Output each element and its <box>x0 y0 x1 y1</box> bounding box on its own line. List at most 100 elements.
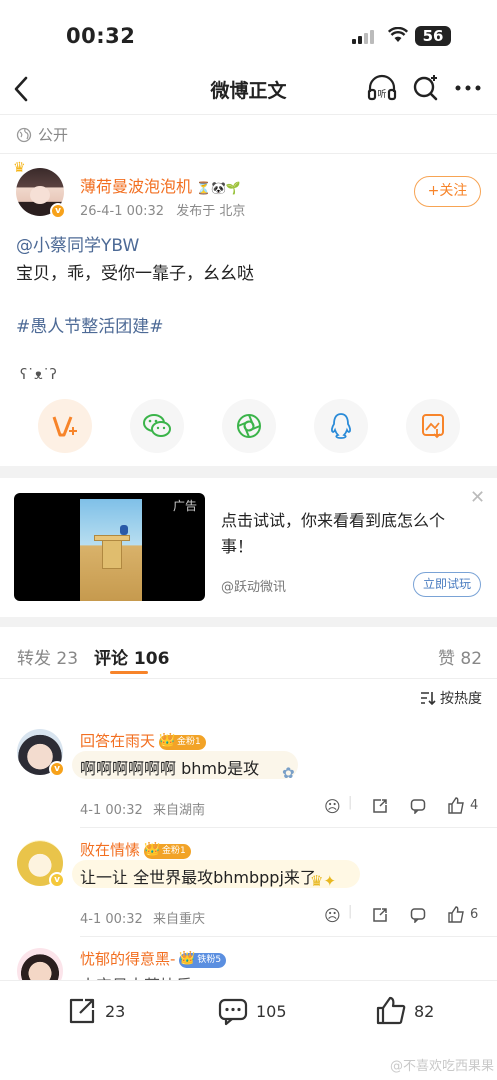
fan-badge: 👑 铁粉5 <box>179 951 227 968</box>
reply-icon[interactable] <box>410 798 426 814</box>
repost-icon[interactable] <box>372 798 388 814</box>
fan-crown-icon: 👑 <box>179 951 196 966</box>
comment-location: 来自湖南 <box>152 803 205 818</box>
tab-likes[interactable]: 赞 82 <box>438 644 482 669</box>
author-name-text: 薄荷曼波泡泡机 <box>80 177 193 196</box>
like-button[interactable]: 82 <box>376 996 434 1026</box>
comment-count: 105 <box>256 1001 287 1021</box>
ad-title[interactable]: 点击试试，你来看看到底怎么个事！ <box>221 508 471 560</box>
comment-actions: ☹ | 4 <box>324 795 484 817</box>
comment-icon <box>218 998 248 1026</box>
post-hashtag[interactable]: #愚人节整活团建# <box>16 312 164 337</box>
close-icon[interactable]: ✕ <box>470 487 485 508</box>
commenter-name[interactable]: 回答在雨天 👑 金粉1 <box>80 730 206 751</box>
section-gap <box>0 617 497 627</box>
moments-share-button[interactable] <box>222 399 276 453</box>
repost-icon[interactable] <box>372 907 388 923</box>
verified-badge-icon: v <box>50 203 66 219</box>
vplus-icon <box>52 416 77 437</box>
repost-icon <box>69 998 95 1024</box>
visibility-label: 公开 <box>38 126 69 144</box>
listen-icon[interactable]: 听 <box>366 72 398 104</box>
fan-badge: 👑 金粉1 <box>159 733 206 750</box>
comment-location: 来自重庆 <box>152 912 205 927</box>
tabs-divider <box>0 678 497 679</box>
commenter-name[interactable]: 忧郁的得意黑- 👑 铁粉5 <box>80 948 227 969</box>
comment-meta: 4-1 00:32 来自重庆 <box>80 908 205 927</box>
section-gap <box>0 466 497 478</box>
save-image-share-button[interactable] <box>406 399 460 453</box>
ad-label: 广告 <box>173 499 198 513</box>
comment-meta: 4-1 00:32 来自湖南 <box>80 799 205 818</box>
post-emoticon: ʕ˙ᴥ˙ʔ <box>20 367 57 383</box>
fan-badge-label: 金粉1 <box>162 846 186 856</box>
comment-like-count: 6 <box>470 907 479 922</box>
tab-comments[interactable]: 评论 106 <box>94 644 169 669</box>
repost-button[interactable]: 23 <box>67 996 125 1026</box>
comment-divider <box>80 936 497 937</box>
watermark: @不喜欢吃西果果 <box>390 1059 495 1074</box>
comment-divider <box>80 827 497 828</box>
save-image-icon <box>422 414 444 439</box>
comment-text: 让一让 全世界最攻bhmbppj来了 <box>80 868 316 887</box>
ad-cta-button[interactable]: 立即试玩 <box>413 572 481 597</box>
active-tab-indicator <box>110 671 148 674</box>
comment-like-count: 4 <box>470 798 479 813</box>
globe-icon <box>16 127 32 142</box>
nav-divider <box>0 114 497 115</box>
tab-reposts[interactable]: 转发 23 <box>17 644 78 669</box>
post-location: 发布于 北京 <box>176 204 246 219</box>
verified-badge-icon: v <box>49 872 65 888</box>
vplus-share-button[interactable] <box>38 399 92 453</box>
post-text: 宝贝，乖，受你一靠子，幺幺哒 <box>16 264 254 284</box>
visibility-row: 公开 <box>16 124 68 145</box>
battery-indicator: 56 <box>415 26 451 46</box>
bubble-decoration-icon: ♛✦ <box>310 872 337 890</box>
fan-crown-icon: 👑 <box>159 733 176 748</box>
action-divider: | <box>348 904 353 919</box>
section-divider <box>0 153 497 154</box>
action-divider: | <box>348 795 353 810</box>
fan-badge: 👑 金粉1 <box>144 842 191 859</box>
search-icon[interactable] <box>410 72 442 104</box>
like-icon[interactable] <box>448 906 464 923</box>
fan-crown-icon: 👑 <box>144 842 161 857</box>
commenter-name-text: 回答在雨天 <box>80 732 156 750</box>
comment-text: 啊啊啊啊啊啊 bhmb是攻 <box>80 759 260 778</box>
follow-button[interactable]: +关注 <box>414 176 481 207</box>
more-icon[interactable] <box>452 72 484 104</box>
comment-button[interactable]: 105 <box>218 996 287 1026</box>
ad-source[interactable]: @跃动微讯 <box>221 576 286 595</box>
dislike-icon[interactable]: ☹ <box>324 906 341 925</box>
qq-icon <box>331 413 351 439</box>
sort-label: 按热度 <box>440 691 482 707</box>
bubble-decoration-icon: ✿ <box>282 764 295 782</box>
verified-badge-icon: v <box>49 761 65 777</box>
sort-button[interactable]: 按热度 <box>420 688 482 708</box>
crown-icon: ♛ <box>13 160 26 176</box>
post-date: 26-4-1 00:32 <box>80 204 165 219</box>
status-time: 00:32 <box>66 24 136 48</box>
like-count: 82 <box>414 1001 435 1021</box>
post-meta: 26-4-1 00:32 发布于 北京 <box>80 200 245 219</box>
like-icon[interactable] <box>448 797 464 814</box>
svg-text:听: 听 <box>377 89 386 100</box>
repost-count: 23 <box>105 1001 126 1021</box>
commenter-name-text: 忧郁的得意黑- <box>80 950 176 968</box>
commenter-name-text: 败在情愫 <box>80 841 141 859</box>
commenter-name[interactable]: 败在情愫 👑 金粉1 <box>80 839 191 860</box>
author-name-emojis: ⏳🐼🌱 <box>196 181 241 195</box>
comment-actions: ☹ | 6 <box>324 904 484 926</box>
fan-badge-label: 金粉1 <box>177 737 201 747</box>
moments-icon <box>237 414 261 438</box>
wifi-icon <box>388 27 408 42</box>
wechat-share-button[interactable] <box>130 399 184 453</box>
dislike-icon[interactable]: ☹ <box>324 797 341 816</box>
comment-time: 4-1 00:32 <box>80 912 143 927</box>
like-icon <box>376 996 406 1025</box>
fan-badge-label: 铁粉5 <box>197 955 222 965</box>
qq-share-button[interactable] <box>314 399 368 453</box>
post-mention[interactable]: @小蔡同学YBW <box>16 231 139 256</box>
reply-icon[interactable] <box>410 907 426 923</box>
author-name[interactable]: 薄荷曼波泡泡机 ⏳🐼🌱 <box>80 173 241 197</box>
